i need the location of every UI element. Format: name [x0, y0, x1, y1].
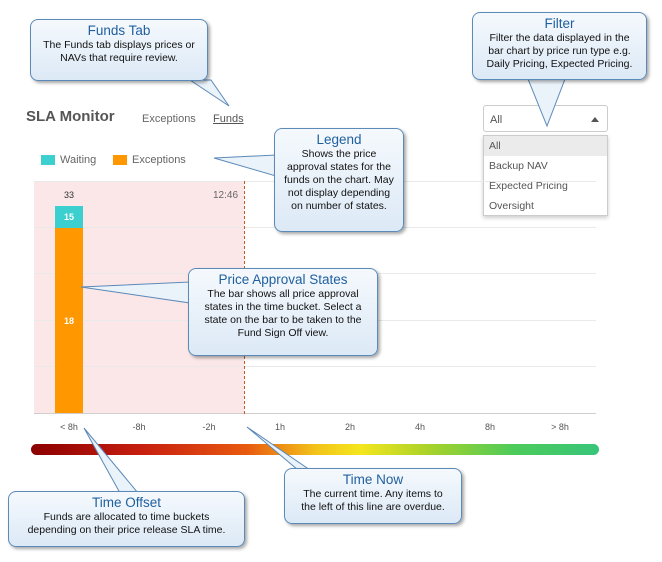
callout-filter: Filter Filter the data displayed in the … [472, 12, 647, 80]
callout-legend: Legend Shows the price approval states f… [274, 128, 404, 232]
callout-text: not display depending [287, 187, 391, 199]
callout-text: Funds are allocated to time buckets [43, 511, 210, 523]
callout-text: states in the time bucket. Select a [204, 301, 362, 313]
callout-title: Filter [544, 16, 575, 31]
callout-text: Filter the data displayed in the [489, 32, 630, 44]
callout-text: Fund Sign Off view. [237, 327, 329, 339]
callout-time-offset: Time Offset Funds are allocated to time … [8, 491, 245, 547]
callout-text: NAVs that require review. [60, 52, 178, 64]
callout-text: bar chart by price run type e.g. [488, 45, 631, 57]
callout-text: The Funds tab displays prices or [43, 39, 195, 51]
callout-text: approval states for the [287, 161, 391, 173]
callout-title: Price Approval States [218, 272, 348, 287]
callout-text: on number of states. [291, 200, 387, 212]
callout-price-approval-states: Price Approval States The bar shows all … [188, 268, 378, 356]
callout-title: Legend [316, 132, 362, 147]
callout-text: funds on the chart. May [284, 174, 394, 186]
callout-text: The current time. Any items to [303, 488, 443, 500]
callout-title: Time Offset [91, 495, 162, 510]
callout-text: The bar shows all price approval [207, 288, 359, 300]
callout-time-now: Time Now The current time. Any items to … [284, 468, 462, 524]
callout-text: Daily Pricing, Expected Pricing. [486, 58, 633, 70]
callout-text: Shows the price [301, 148, 377, 160]
callout-text: state on the bar to be taken to the [204, 314, 362, 326]
callout-text: depending on their price release SLA tim… [27, 524, 226, 536]
callout-title: Funds Tab [87, 23, 151, 38]
callout-text: the left of this line are overdue. [301, 501, 445, 513]
callout-title: Time Now [342, 472, 404, 487]
callout-funds-tab: Funds Tab The Funds tab displays prices … [30, 19, 208, 81]
